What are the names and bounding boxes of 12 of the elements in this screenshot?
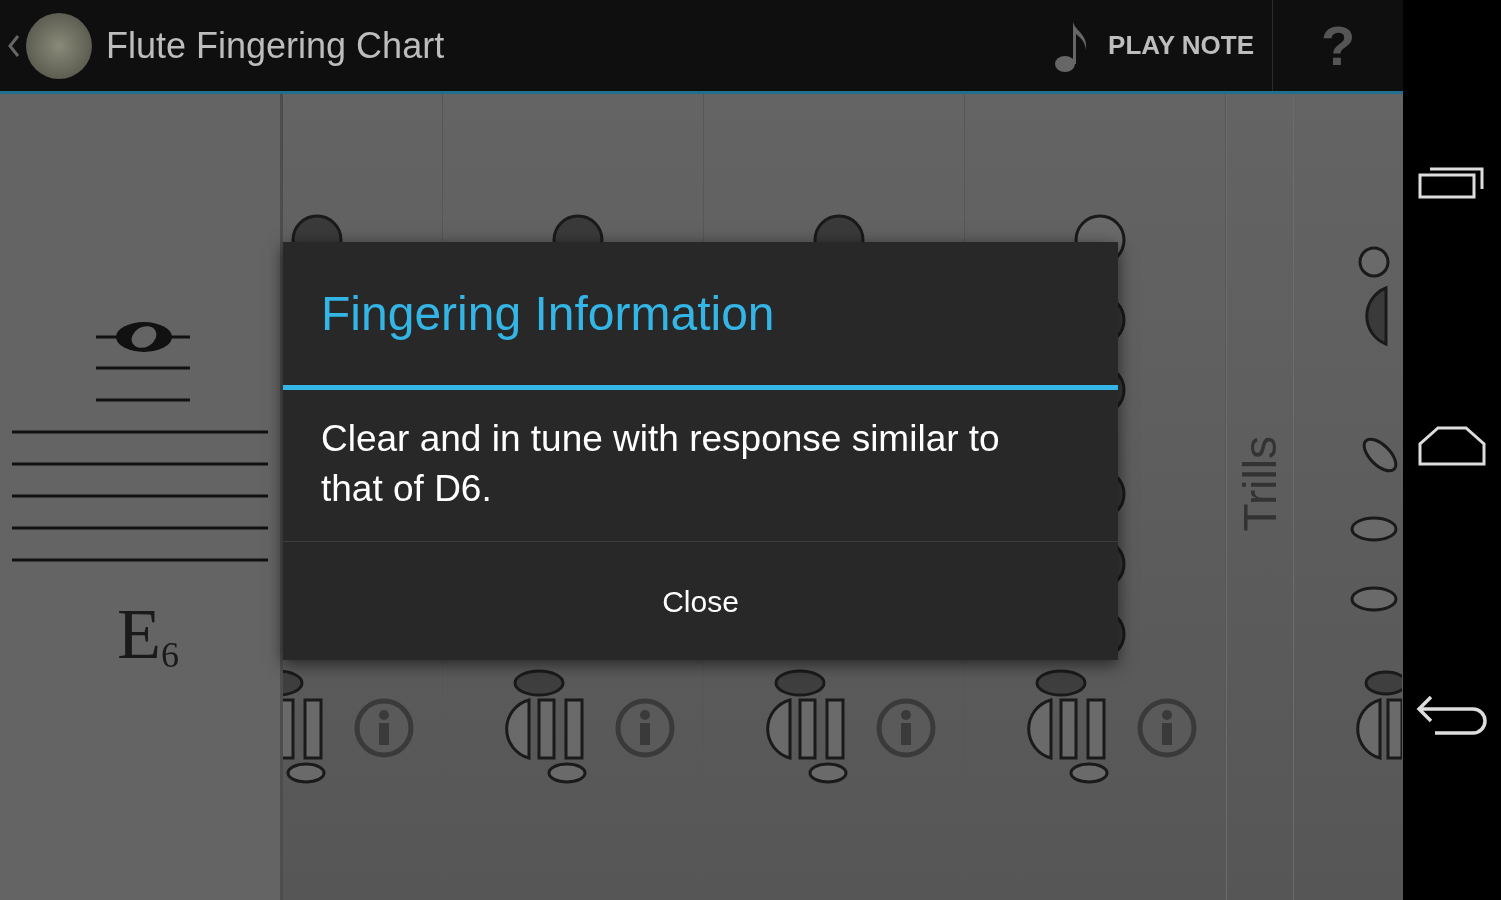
note-name: E$_{6}$ [117, 598, 179, 670]
info-icon [615, 698, 675, 758]
caret-icon [8, 33, 20, 58]
dialog-message: Clear and in tune with response similar to that of D6. [321, 417, 1001, 511]
info-icon [876, 698, 936, 758]
info-icon [1137, 698, 1197, 758]
app-title: Flute Fingering Chart [106, 23, 445, 68]
home-icon [1418, 426, 1486, 466]
close-button[interactable]: Close [283, 542, 1118, 660]
dialog-title: Fingering Information [321, 285, 775, 342]
play-note-button[interactable]: PLAY NOTE [1054, 0, 1273, 91]
info-icon [354, 698, 414, 758]
